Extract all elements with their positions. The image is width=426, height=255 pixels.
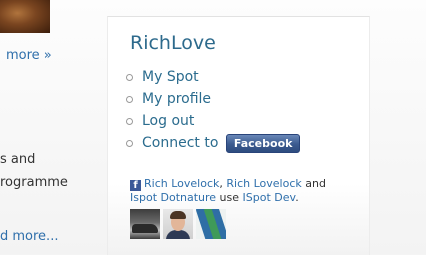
thumbnail-image[interactable] <box>0 0 50 33</box>
left-column: more » s and rogramme d more... <box>0 0 100 254</box>
menu-item-my-spot[interactable]: My Spot <box>126 67 300 89</box>
bullet-icon <box>126 118 133 125</box>
social-activity: f Rich Lovelock, Rich Lovelock and Ispot … <box>130 177 352 205</box>
bullet-icon <box>126 140 133 147</box>
avatar-logo[interactable] <box>196 209 226 239</box>
menu-item-label: My profile <box>142 91 212 107</box>
avatar-person[interactable] <box>163 209 193 239</box>
connect-to-label: Connect to <box>142 135 219 151</box>
menu-item-my-profile[interactable]: My profile <box>126 89 300 111</box>
facebook-icon: f <box>130 180 141 191</box>
snippet-text-line-1: s and <box>0 152 36 167</box>
bullet-icon <box>126 74 133 81</box>
widget-title: RichLove <box>130 32 216 54</box>
user-link-1[interactable]: Rich Lovelock <box>144 177 219 190</box>
menu-item-log-out[interactable]: Log out <box>126 111 300 133</box>
user-link-3[interactable]: Ispot Dotnature <box>130 191 216 204</box>
user-menu: My Spot My profile Log out Connect to Fa… <box>126 67 301 155</box>
and-text: and <box>301 177 326 190</box>
more-link-top[interactable]: more » <box>6 48 52 63</box>
bullet-icon <box>126 96 133 103</box>
period-text: . <box>295 191 299 204</box>
read-more-link[interactable]: d more... <box>0 229 58 244</box>
snippet-text-line-2: rogramme <box>0 175 68 190</box>
user-widget: RichLove My Spot My profile Log out Conn… <box>107 16 370 255</box>
avatar-car[interactable] <box>130 209 160 239</box>
use-text: use <box>216 191 243 204</box>
menu-item-connect-facebook: Connect to Facebook <box>126 133 301 155</box>
app-link[interactable]: ISpot Dev <box>243 191 296 204</box>
facebook-connect-button[interactable]: Facebook <box>225 133 301 153</box>
menu-item-label: Log out <box>142 113 195 129</box>
user-link-2[interactable]: Rich Lovelock <box>226 177 301 190</box>
menu-item-label: My Spot <box>142 69 199 85</box>
